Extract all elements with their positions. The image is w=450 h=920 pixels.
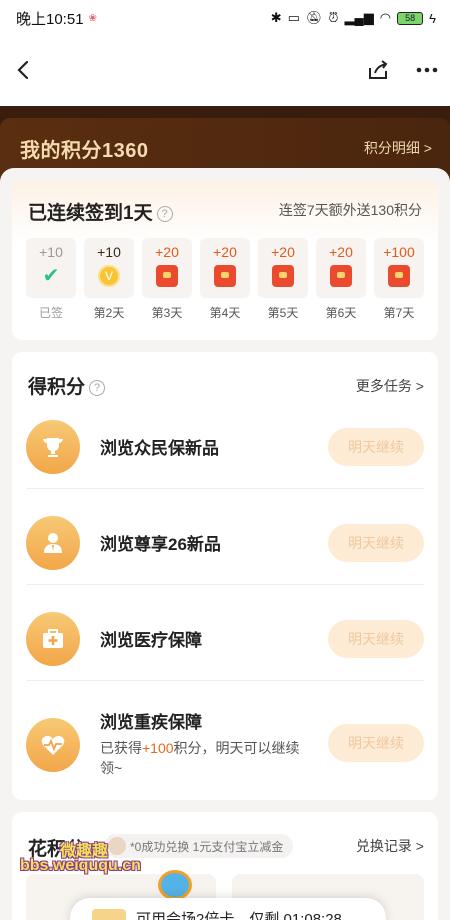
divider bbox=[26, 584, 424, 585]
day-points: +20 bbox=[155, 244, 179, 260]
trophy-icon bbox=[26, 420, 80, 474]
day-label: 第7天 bbox=[383, 306, 415, 320]
notification-icon: ❀ bbox=[88, 12, 97, 24]
red-packet-icon bbox=[214, 265, 236, 287]
bluetooth-icon: ✱ bbox=[270, 10, 282, 25]
promo-text: 可用会场2倍卡，仅剩 01:08:28 bbox=[136, 910, 342, 920]
redeem-records-link[interactable]: 兑换记录 > bbox=[356, 836, 424, 856]
task-name: 浏览重疾保障 bbox=[100, 713, 202, 732]
back-chevron-icon[interactable] bbox=[12, 58, 36, 82]
task-item: 浏览医疗保障 明天继续 bbox=[26, 612, 424, 666]
points-title: 我的积分1360 bbox=[20, 139, 149, 162]
checkin-days: +10 ✔ 已签 +10 V 第2天 +20 第3天 +20 第4天 +20 第5天… bbox=[26, 238, 424, 321]
task-item: 浏览重疾保障 已获得+100积分，明天可以继续领~ 明天继续 bbox=[26, 706, 424, 786]
earn-title-row: 得积分? bbox=[28, 372, 106, 399]
nav-bar bbox=[0, 36, 450, 106]
checkin-day-2: +10 V 第2天 bbox=[84, 238, 134, 321]
mute-bell-icon: 🔕︎ bbox=[305, 10, 323, 25]
ticker-text: *0成功兑换 1元支付宝立减金 bbox=[130, 839, 284, 854]
red-packet-icon bbox=[330, 265, 352, 287]
status-bar: 晚上10:51 ❀ ✱ ▭ 🔕︎ ⏰︎ ▂▄▆ ◠ 58 ϟ bbox=[0, 0, 450, 36]
task-item: 浏览众民保新品 明天继续 bbox=[26, 420, 424, 474]
day-label: 第4天 bbox=[209, 306, 241, 320]
day-label: 已签 bbox=[38, 306, 63, 320]
task-name: 浏览医疗保障 bbox=[100, 631, 202, 650]
task-desc: 已获得+100积分，明天可以继续领~ bbox=[100, 738, 300, 778]
day-points: +20 bbox=[271, 244, 295, 260]
coin-icon: V bbox=[98, 265, 120, 287]
charging-icon: ϟ bbox=[429, 10, 436, 26]
continue-tomorrow-button[interactable]: 明天继续 bbox=[328, 724, 424, 762]
battery-icon: 58 bbox=[397, 11, 424, 25]
task-name: 浏览众民保新品 bbox=[100, 439, 219, 458]
checkin-bonus-text: 连签7天额外送130积分 bbox=[278, 202, 422, 218]
checkin-day-5: +20 第5天 bbox=[258, 238, 308, 321]
watermark: 微趣趣 bbs.weiququ.cn bbox=[20, 843, 141, 875]
checkin-day-6: +20 第6天 bbox=[316, 238, 366, 321]
day-label: 第6天 bbox=[325, 306, 357, 320]
checkin-card: 已连续签到1天? 连签7天额外送130积分 +10 ✔ 已签 +10 V 第2天 +… bbox=[12, 180, 438, 340]
day-label: 第5天 bbox=[267, 306, 299, 320]
coupon-card-icon bbox=[92, 909, 126, 920]
day-points: +10 bbox=[39, 244, 63, 260]
continue-tomorrow-button[interactable]: 明天继续 bbox=[328, 620, 424, 658]
avatar bbox=[108, 837, 126, 855]
medical-kit-icon bbox=[26, 612, 80, 666]
day-points: +20 bbox=[213, 244, 237, 260]
checkin-title-row: 已连续签到1天? bbox=[28, 198, 173, 225]
checkmark-icon: ✔ bbox=[42, 265, 60, 287]
wifi-icon: ◠ bbox=[379, 10, 392, 25]
day-points: +10 bbox=[97, 244, 121, 260]
day-label: 第3天 bbox=[151, 306, 183, 320]
task-name: 浏览尊享26新品 bbox=[100, 535, 221, 554]
day-box: +100 bbox=[374, 238, 424, 298]
red-packet-icon bbox=[388, 265, 410, 287]
help-icon[interactable]: ? bbox=[89, 379, 106, 396]
continue-tomorrow-button[interactable]: 明天继续 bbox=[328, 524, 424, 562]
checkin-day-4: +20 第4天 bbox=[200, 238, 250, 321]
share-icon[interactable] bbox=[366, 58, 390, 82]
more-dots-icon[interactable] bbox=[414, 58, 440, 82]
day-box: +20 bbox=[142, 238, 192, 298]
help-icon[interactable]: ? bbox=[156, 205, 173, 222]
status-icons: ✱ ▭ 🔕︎ ⏰︎ ▂▄▆ ◠ 58 ϟ bbox=[271, 10, 436, 26]
points-detail-link[interactable]: 积分明细 > bbox=[364, 138, 432, 158]
day-box: +10 V bbox=[84, 238, 134, 298]
checkin-title: 已连续签到1天 bbox=[28, 203, 153, 224]
day-box: +20 bbox=[316, 238, 366, 298]
day-points: +20 bbox=[329, 244, 353, 260]
divider bbox=[26, 488, 424, 489]
day-box: +20 bbox=[258, 238, 308, 298]
more-tasks-link[interactable]: 更多任务 > bbox=[356, 376, 424, 396]
checkin-day-1: +10 ✔ 已签 bbox=[26, 238, 76, 321]
task-desc-prefix: 已获得 bbox=[100, 740, 142, 756]
heart-pulse-icon bbox=[26, 718, 80, 772]
task-item: 浏览尊享26新品 明天继续 bbox=[26, 516, 424, 570]
day-box: +10 ✔ bbox=[26, 238, 76, 298]
divider bbox=[26, 680, 424, 681]
continue-tomorrow-button[interactable]: 明天继续 bbox=[328, 428, 424, 466]
vibrate-icon: ▭ bbox=[287, 10, 300, 25]
task-desc-points: +100 bbox=[142, 740, 174, 756]
earn-points-card: 得积分? 更多任务 > 浏览众民保新品 明天继续 浏览尊享26新品 明天继续 浏… bbox=[12, 352, 438, 800]
earn-title: 得积分 bbox=[28, 377, 86, 398]
promo-banner[interactable]: 可用会场2倍卡，仅剩 01:08:28 bbox=[70, 898, 386, 920]
person-icon bbox=[26, 516, 80, 570]
alarm-icon: ⏰︎ bbox=[328, 10, 339, 25]
red-packet-icon bbox=[272, 265, 294, 287]
redeem-ticker: *0成功兑换 1元支付宝立减金 bbox=[104, 834, 294, 858]
watermark-cn: 微趣趣 bbox=[60, 843, 109, 860]
status-time: 晚上10:51 bbox=[16, 10, 84, 28]
red-packet-icon bbox=[156, 265, 178, 287]
day-label: 第2天 bbox=[93, 306, 125, 320]
day-box: +20 bbox=[200, 238, 250, 298]
checkin-day-7: +100 第7天 bbox=[374, 238, 424, 321]
day-points: +100 bbox=[383, 244, 415, 260]
signal-icon: ▂▄▆ bbox=[344, 10, 374, 25]
swim-ring-icon bbox=[158, 870, 192, 900]
checkin-day-3: +20 第3天 bbox=[142, 238, 192, 321]
